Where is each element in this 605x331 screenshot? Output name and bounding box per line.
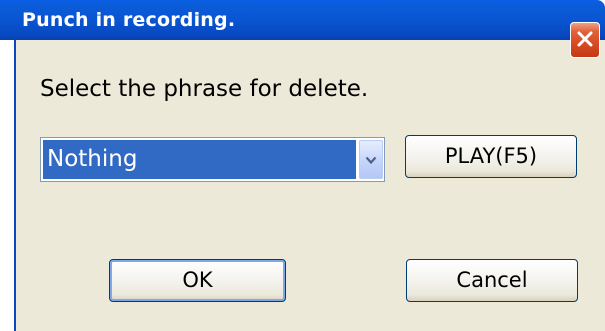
cancel-button[interactable]: Cancel (406, 259, 578, 302)
prompt-label: Select the phrase for delete. (40, 76, 369, 102)
close-icon (577, 31, 593, 47)
play-button[interactable]: PLAY(F5) (405, 135, 577, 178)
phrase-select-dropdown-button[interactable] (359, 140, 383, 179)
phrase-select[interactable]: Nothing (40, 137, 385, 182)
chevron-down-icon (365, 156, 377, 165)
phrase-select-value[interactable]: Nothing (43, 140, 356, 179)
title-bar[interactable]: Punch in recording. (0, 0, 605, 40)
ok-button[interactable]: OK (109, 259, 286, 302)
window-title: Punch in recording. (22, 9, 236, 31)
close-button[interactable] (570, 22, 600, 58)
